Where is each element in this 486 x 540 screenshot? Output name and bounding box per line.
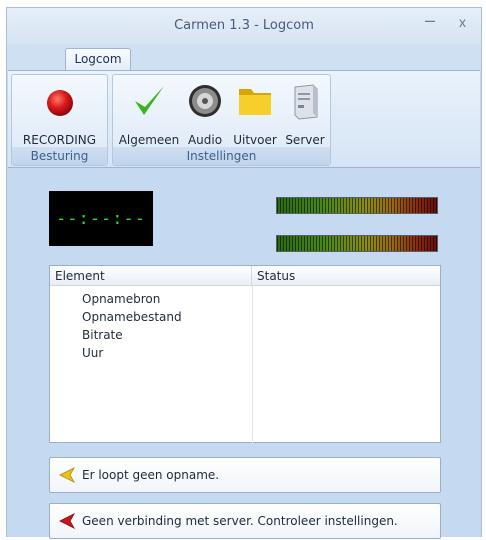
ribbon-group-instellingen: Algemeen Audio Uitvoer Server Instelling… xyxy=(112,74,331,166)
app-window: Carmen 1.3 - Logcom – x Logcom RECORDING… xyxy=(6,7,482,539)
column-divider xyxy=(252,286,253,443)
recording-status-text: Er loopt geen opname. xyxy=(82,468,220,482)
audio-button[interactable]: Audio xyxy=(183,81,227,147)
table-row[interactable]: Bitrate xyxy=(50,326,252,344)
minimize-button[interactable]: – xyxy=(425,10,435,31)
ribbon: RECORDING Besturing Algemeen Audio Uitvo… xyxy=(8,70,480,168)
ribbon-group-besturing: RECORDING Besturing xyxy=(11,74,108,166)
right-level-meter xyxy=(276,235,438,252)
server-button[interactable]: Server xyxy=(283,81,327,147)
algemeen-button[interactable]: Algemeen xyxy=(119,81,179,147)
tab-strip: Logcom xyxy=(7,44,481,71)
tab-logcom[interactable]: Logcom xyxy=(65,48,131,71)
table-row[interactable]: Uur xyxy=(50,344,252,362)
close-button[interactable]: x xyxy=(459,14,466,30)
table-row[interactable]: Opnamebron xyxy=(50,290,252,308)
title-bar[interactable]: Carmen 1.3 - Logcom – x xyxy=(7,8,481,44)
time-readout: --:--:-- xyxy=(56,208,146,229)
ribbon-group-label: Instellingen xyxy=(113,147,330,165)
column-header-status[interactable]: Status xyxy=(252,266,440,286)
server-status-text: Geen verbinding met server. Controleer i… xyxy=(82,514,398,528)
recording-button-label: RECORDING xyxy=(22,133,97,147)
left-level-meter xyxy=(276,197,438,214)
column-header-element[interactable]: Element xyxy=(50,266,252,286)
table-row[interactable]: Opnamebestand xyxy=(50,308,252,326)
yellow-flag-icon xyxy=(59,467,76,483)
folder-icon xyxy=(239,89,271,115)
grid-header: Element Status xyxy=(50,266,440,286)
status-grid: Element Status Opnamebron Opnamebestand … xyxy=(49,265,441,443)
speaker-icon xyxy=(189,85,221,117)
ribbon-group-label: Besturing xyxy=(12,147,107,165)
red-flag-icon xyxy=(59,513,76,529)
main-content: --:--:-- Element Status Opnamebron Opnam… xyxy=(7,169,481,539)
record-dot-icon xyxy=(46,90,73,116)
server-icon xyxy=(294,84,318,120)
recording-button[interactable]: RECORDING xyxy=(14,81,105,147)
time-display: --:--:-- xyxy=(49,191,153,246)
uitvoer-button[interactable]: Uitvoer xyxy=(231,81,279,147)
recording-status-message: Er loopt geen opname. xyxy=(49,457,441,493)
checkmark-icon xyxy=(135,86,164,115)
server-status-message: Geen verbinding met server. Controleer i… xyxy=(49,503,441,539)
window-title: Carmen 1.3 - Logcom xyxy=(174,18,314,33)
grid-rows: Opnamebron Opnamebestand Bitrate Uur xyxy=(50,290,252,362)
server-button-label: Server xyxy=(285,133,325,147)
